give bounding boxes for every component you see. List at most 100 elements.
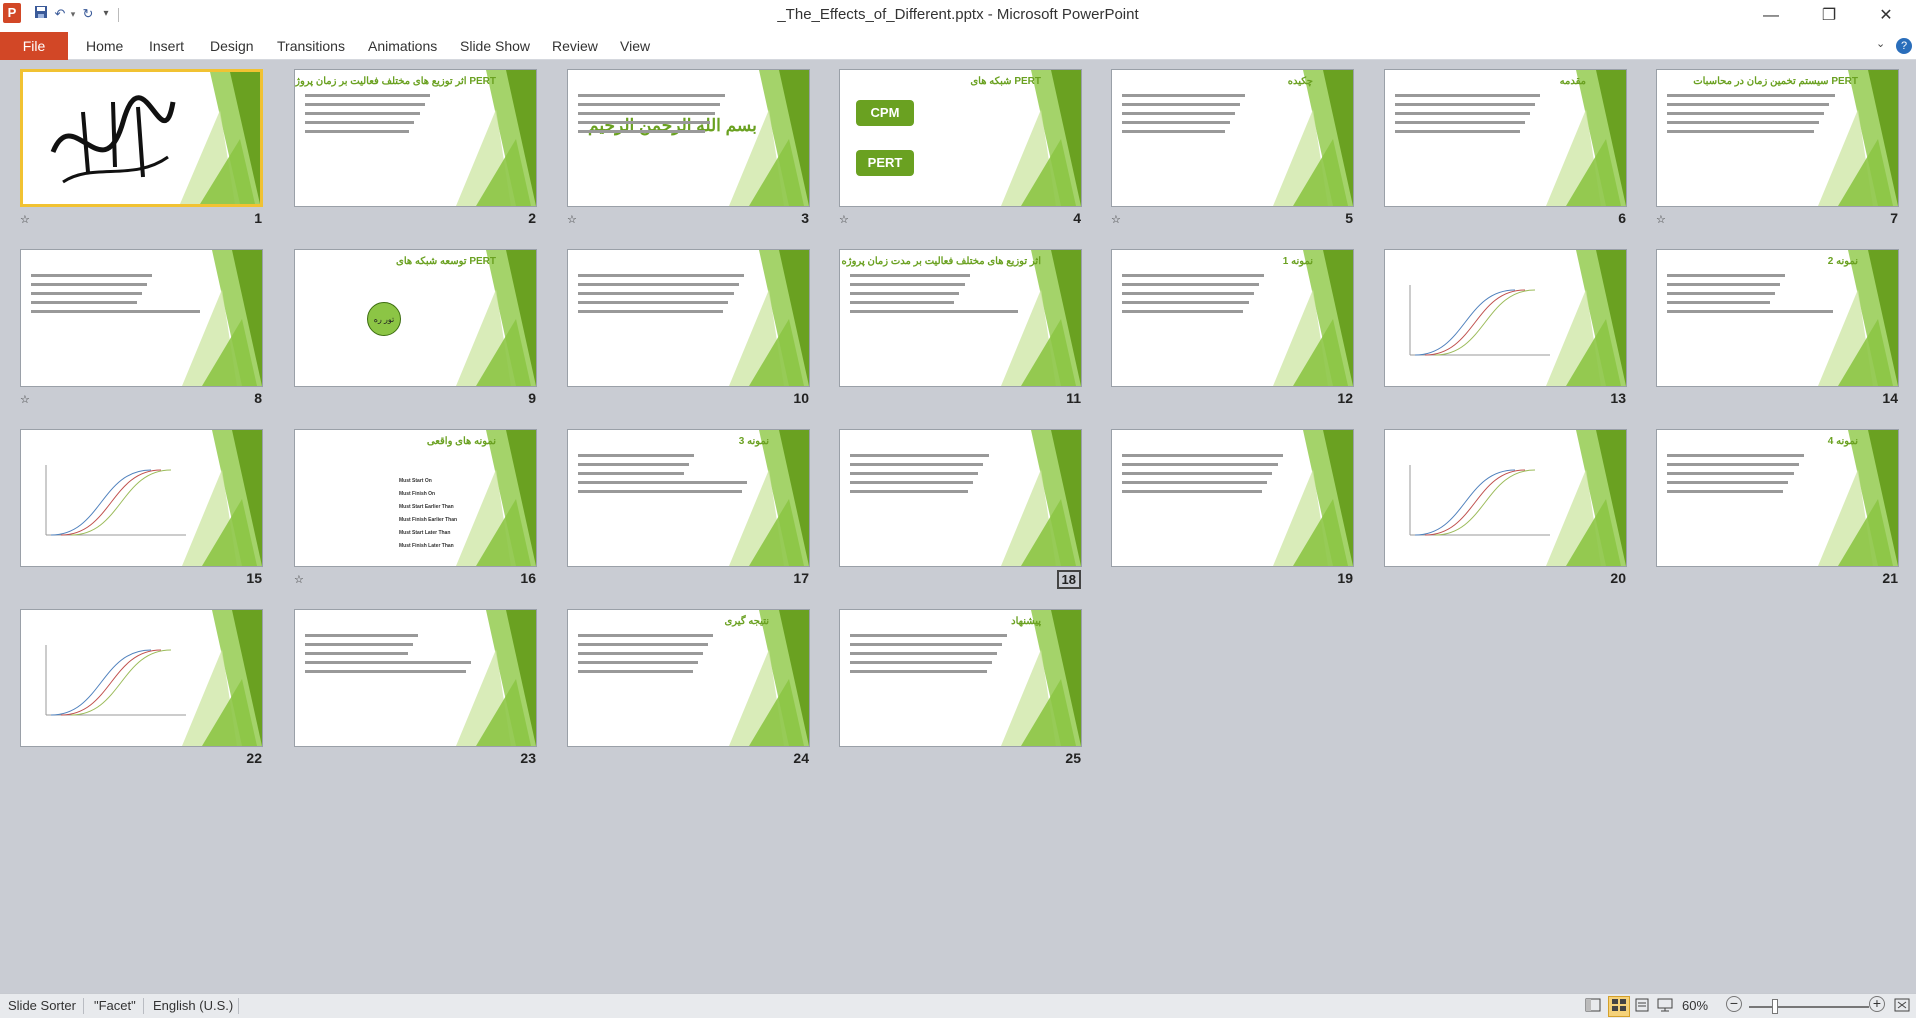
tab-file[interactable]: File <box>0 32 68 60</box>
close-button[interactable]: ✕ <box>1871 4 1901 28</box>
status-separator <box>143 998 144 1014</box>
slide-show-view-icon[interactable] <box>1657 998 1673 1015</box>
slide-thumbnail-12[interactable]: نمونه 1 12 <box>1111 249 1357 411</box>
slide-preview[interactable]: بسم الله الرحمن الرحیم <box>567 69 810 207</box>
slide-thumbnail-6[interactable]: مقدمه 6 <box>1384 69 1630 231</box>
slide-preview[interactable] <box>1384 429 1627 567</box>
slide-body-text <box>578 454 749 499</box>
animation-star-icon[interactable]: ☆ <box>1111 213 1121 226</box>
zoom-level[interactable]: 60% <box>1682 998 1708 1013</box>
slide-thumbnail-11[interactable]: اثر توزیع های مختلف فعالیت بر مدت زمان پ… <box>839 249 1085 411</box>
chart-preview <box>1409 285 1550 356</box>
facet-decoration <box>456 250 536 386</box>
slide-preview[interactable]: مقدمه <box>1384 69 1627 207</box>
slide-thumbnail-18[interactable]: 18 <box>839 429 1085 591</box>
slide-preview[interactable] <box>20 69 263 207</box>
slide-thumbnail-7[interactable]: سیستم تخمین زمان در محاسبات PERT ☆ 7 <box>1656 69 1902 231</box>
slide-preview[interactable] <box>294 609 537 747</box>
slide-preview[interactable] <box>1111 429 1354 567</box>
tab-insert[interactable]: Insert <box>149 32 184 60</box>
animation-star-icon[interactable]: ☆ <box>1656 213 1666 226</box>
slide-preview[interactable]: نمونه 4 <box>1656 429 1899 567</box>
view-indicator: Slide Sorter <box>8 998 76 1013</box>
tab-home[interactable]: Home <box>86 32 123 60</box>
zoom-slider-thumb[interactable] <box>1772 999 1778 1014</box>
slide-preview[interactable] <box>1384 249 1627 387</box>
help-icon[interactable]: ? <box>1896 38 1912 54</box>
reading-view-icon[interactable] <box>1634 998 1650 1015</box>
minimize-button[interactable]: — <box>1756 4 1786 28</box>
slide-number: 16 <box>520 570 536 586</box>
fit-slide-icon[interactable] <box>1894 998 1910 1015</box>
slide-thumbnail-8[interactable]: ☆ 8 <box>20 249 266 411</box>
slide-thumbnail-3[interactable]: بسم الله الرحمن الرحیم ☆ 3 <box>567 69 813 231</box>
slide-thumbnail-4[interactable]: شبکه های PERT CPM PERT ☆ 4 <box>839 69 1085 231</box>
slide-preview[interactable]: چکیده <box>1111 69 1354 207</box>
slide-number: 15 <box>246 570 262 586</box>
minimize-ribbon-icon[interactable]: ⌄ <box>1876 37 1885 50</box>
facet-decoration <box>180 72 260 204</box>
tab-transitions[interactable]: Transitions <box>277 32 345 60</box>
tab-review[interactable]: Review <box>552 32 598 60</box>
slide-thumbnail-23[interactable]: 23 <box>294 609 540 771</box>
slide-preview[interactable]: نمونه 3 <box>567 429 810 567</box>
theme-name[interactable]: "Facet" <box>94 998 136 1013</box>
slide-sorter-view-icon[interactable] <box>1608 996 1630 1017</box>
animation-star-icon[interactable]: ☆ <box>20 393 30 406</box>
zoom-out-icon[interactable]: − <box>1726 996 1742 1012</box>
slide-preview[interactable]: شبکه های PERT CPM PERT <box>839 69 1082 207</box>
tab-view[interactable]: View <box>620 32 650 60</box>
slide-preview[interactable] <box>20 249 263 387</box>
slide-thumbnail-21[interactable]: نمونه 4 21 <box>1656 429 1902 591</box>
animation-star-icon[interactable]: ☆ <box>294 573 304 586</box>
tab-design[interactable]: Design <box>210 32 254 60</box>
slide-thumbnail-5[interactable]: چکیده ☆ 5 <box>1111 69 1357 231</box>
slide-preview[interactable]: پیشنهاد <box>839 609 1082 747</box>
slide-thumbnail-22[interactable]: 22 <box>20 609 266 771</box>
slide-preview[interactable] <box>20 429 263 567</box>
slide-preview[interactable]: اثر توزیع های مختلف فعالیت بر مدت زمان پ… <box>839 249 1082 387</box>
slide-preview[interactable] <box>567 249 810 387</box>
slide-body-text <box>1667 454 1838 499</box>
slide-preview[interactable]: نتیجه گیری <box>567 609 810 747</box>
slide-thumbnail-20[interactable]: 20 <box>1384 429 1630 591</box>
slide-thumbnail-25[interactable]: پیشنهاد 25 <box>839 609 1085 771</box>
slide-preview[interactable]: نمونه های واقعی Must Start On Must Finish … <box>294 429 537 567</box>
slide-thumbnail-24[interactable]: نتیجه گیری 24 <box>567 609 813 771</box>
slide-preview[interactable] <box>839 429 1082 567</box>
slide-preview[interactable]: اثر توزیع های مختلف فعالیت بر زمان پروژه… <box>294 69 537 207</box>
slide-thumbnail-17[interactable]: نمونه 3 17 <box>567 429 813 591</box>
slide-title: اثر توزیع های مختلف فعالیت بر زمان پروژه… <box>295 76 496 87</box>
facet-decoration <box>1001 70 1081 206</box>
slide-thumbnail-9[interactable]: توسعه شبکه های PERT تور ره 9 <box>294 249 540 411</box>
slide-body-text <box>1122 274 1293 319</box>
slide-thumbnail-16[interactable]: نمونه های واقعی Must Start On Must Finish … <box>294 429 540 591</box>
slide-thumbnail-10[interactable]: 10 <box>567 249 813 411</box>
animation-star-icon[interactable]: ☆ <box>20 213 30 226</box>
animation-star-icon[interactable]: ☆ <box>839 213 849 226</box>
slide-preview[interactable]: سیستم تخمین زمان در محاسبات PERT <box>1656 69 1899 207</box>
slide-number: 23 <box>520 750 536 766</box>
animation-star-icon[interactable]: ☆ <box>567 213 577 226</box>
slide-preview[interactable] <box>20 609 263 747</box>
restore-button[interactable]: ❐ <box>1814 4 1844 28</box>
slide-thumbnail-15[interactable]: 15 <box>20 429 266 591</box>
slide-thumbnail-13[interactable]: 13 <box>1384 249 1630 411</box>
slide-number: 10 <box>793 390 809 406</box>
language-indicator[interactable]: English (U.S.) <box>153 998 233 1013</box>
slide-preview[interactable]: توسعه شبکه های PERT تور ره <box>294 249 537 387</box>
slide-preview[interactable]: نمونه 2 <box>1656 249 1899 387</box>
normal-view-icon[interactable] <box>1585 998 1601 1015</box>
slide-thumbnail-1[interactable]: ☆ 1 <box>20 69 266 231</box>
zoom-in-icon[interactable]: + <box>1869 996 1885 1012</box>
facet-decoration <box>1546 250 1626 386</box>
tab-animations[interactable]: Animations <box>368 32 437 60</box>
slide-thumbnail-14[interactable]: نمونه 2 14 <box>1656 249 1902 411</box>
zoom-slider-track[interactable] <box>1749 1006 1869 1008</box>
chart-preview <box>45 465 186 536</box>
slide-thumbnail-2[interactable]: اثر توزیع های مختلف فعالیت بر زمان پروژه… <box>294 69 540 231</box>
slide-title: چکیده <box>1287 76 1313 87</box>
tab-slide-show[interactable]: Slide Show <box>460 32 530 60</box>
slide-thumbnail-19[interactable]: 19 <box>1111 429 1357 591</box>
slide-preview[interactable]: نمونه 1 <box>1111 249 1354 387</box>
